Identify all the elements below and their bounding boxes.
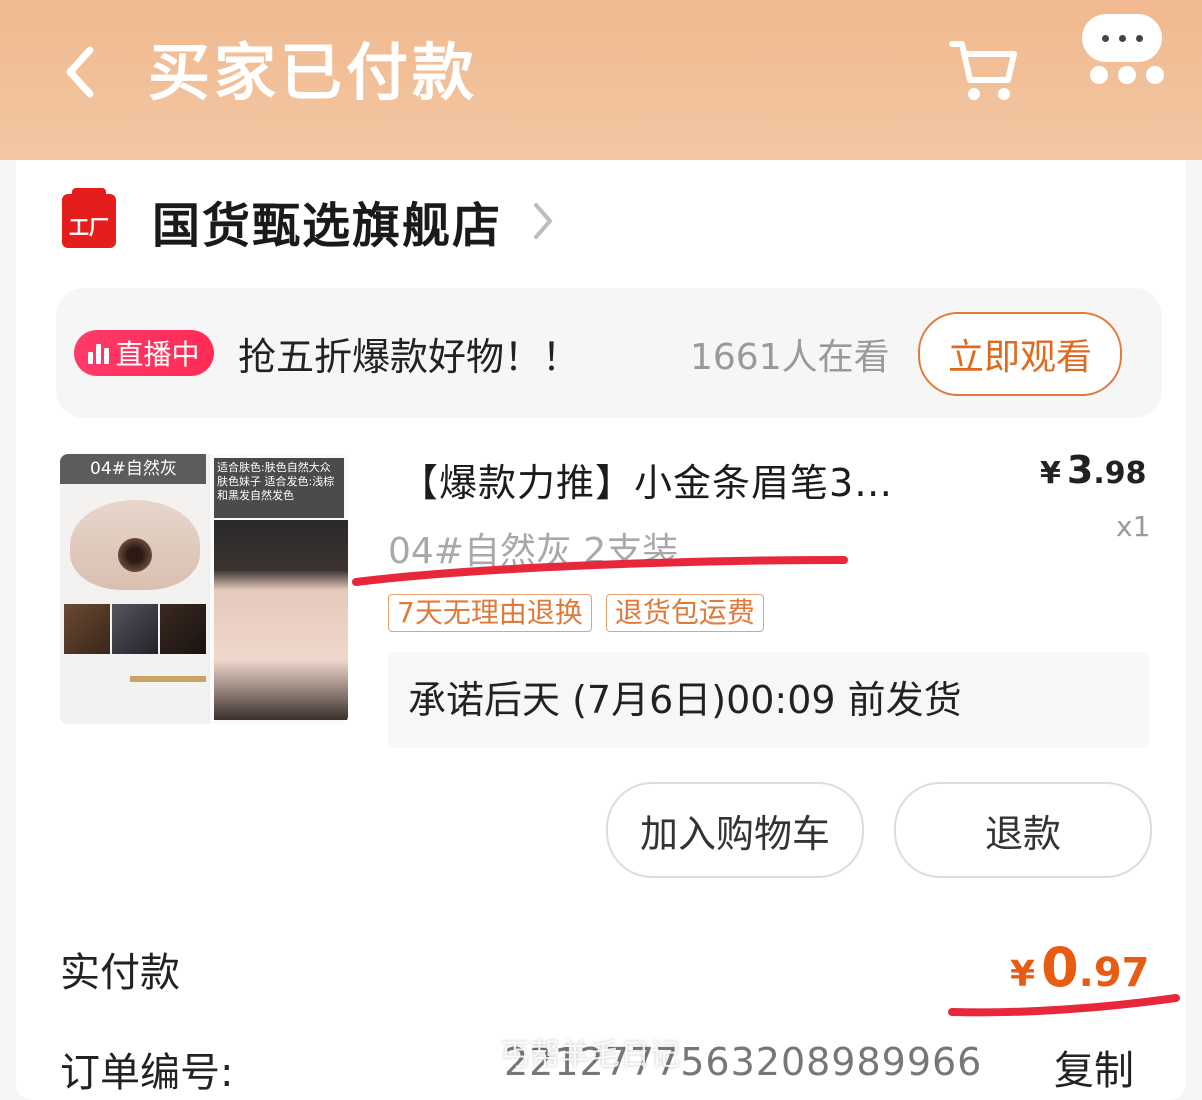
- red-underline-annotation-2: [948, 994, 1180, 1017]
- cart-icon: [949, 41, 1017, 100]
- more-dots: [1090, 66, 1164, 84]
- product-image-right: 适合肤色:肤色自然大众肤色妹子 适合发色:浅棕和黑发自然发色: [210, 454, 348, 724]
- live-promo-text: 抢五折爆款好物！！: [238, 335, 581, 379]
- live-badge-label: 直播中: [115, 338, 200, 371]
- price-decimal: .98: [1093, 456, 1147, 491]
- product-image-left: 04#自然灰: [60, 454, 208, 724]
- shipping-promise: 承诺后天 (7月6日)00:09 前发货: [388, 652, 1150, 748]
- order-number-label: 订单编号:: [60, 1050, 234, 1096]
- order-card: 工厂 国货甄选旗舰店 直播中 抢五折爆款好物！！ 1661人在看 立即观看 04…: [16, 160, 1186, 1100]
- page-title: 买家已付款: [148, 36, 479, 109]
- copy-button[interactable]: 复制: [1054, 1038, 1134, 1096]
- price-currency: ¥: [1040, 456, 1061, 491]
- cart-button[interactable]: [946, 34, 1022, 106]
- price-integer: 3: [1066, 448, 1094, 492]
- product-price: ¥3.98: [1040, 448, 1146, 492]
- top-bar: 买家已付款: [0, 0, 1202, 160]
- store-header[interactable]: 工厂 国货甄选旗舰店: [62, 186, 554, 256]
- watermark-text: 丐帮羊毛日记: [500, 1038, 680, 1073]
- store-icon-text: 工厂: [69, 215, 109, 239]
- store-name[interactable]: 国货甄选旗舰店: [152, 186, 502, 256]
- live-bars-icon: [88, 342, 110, 364]
- back-button[interactable]: [50, 40, 110, 104]
- product-image[interactable]: 04#自然灰 适合肤色:肤色自然大众肤色妹子 适合发色:浅棕和黑发自然发色: [60, 454, 348, 724]
- eye-image: [70, 500, 200, 590]
- watch-now-button[interactable]: 立即观看: [918, 312, 1122, 396]
- live-badge: 直播中: [74, 330, 214, 376]
- badge-return-shipping: 退货包运费: [605, 594, 764, 632]
- live-viewer-count: 1661人在看: [690, 337, 890, 378]
- more-icon: [1082, 14, 1162, 62]
- swatch-gray: [112, 604, 158, 654]
- service-badges: 7天无理由退换 退货包运费: [388, 594, 764, 632]
- add-to-cart-button[interactable]: 加入购物车: [606, 782, 864, 878]
- refund-button[interactable]: 退款: [894, 782, 1152, 878]
- model-photo: [214, 520, 348, 720]
- product-title[interactable]: 【爆款力推】小金条眉笔3…: [400, 452, 893, 507]
- product-image-tag: 04#自然灰: [60, 454, 206, 484]
- more-button[interactable]: [1082, 14, 1166, 84]
- red-underline-annotation: [352, 556, 848, 586]
- live-banner[interactable]: 直播中 抢五折爆款好物！！ 1661人在看 立即观看: [56, 288, 1162, 418]
- chevron-left-icon: [66, 46, 94, 98]
- product-image-desc: 适合肤色:肤色自然大众肤色妹子 适合发色:浅棕和黑发自然发色: [214, 458, 344, 518]
- store-icon: 工厂: [62, 188, 116, 248]
- badge-free-return: 7天无理由退换: [388, 594, 592, 632]
- pencil-image: [130, 676, 206, 682]
- paid-amount-label: 实付款: [60, 950, 180, 996]
- swatch-dark: [160, 604, 206, 654]
- chevron-right-icon: [534, 203, 553, 239]
- swatch-brown: [64, 604, 110, 654]
- product-quantity: x1: [1116, 510, 1151, 543]
